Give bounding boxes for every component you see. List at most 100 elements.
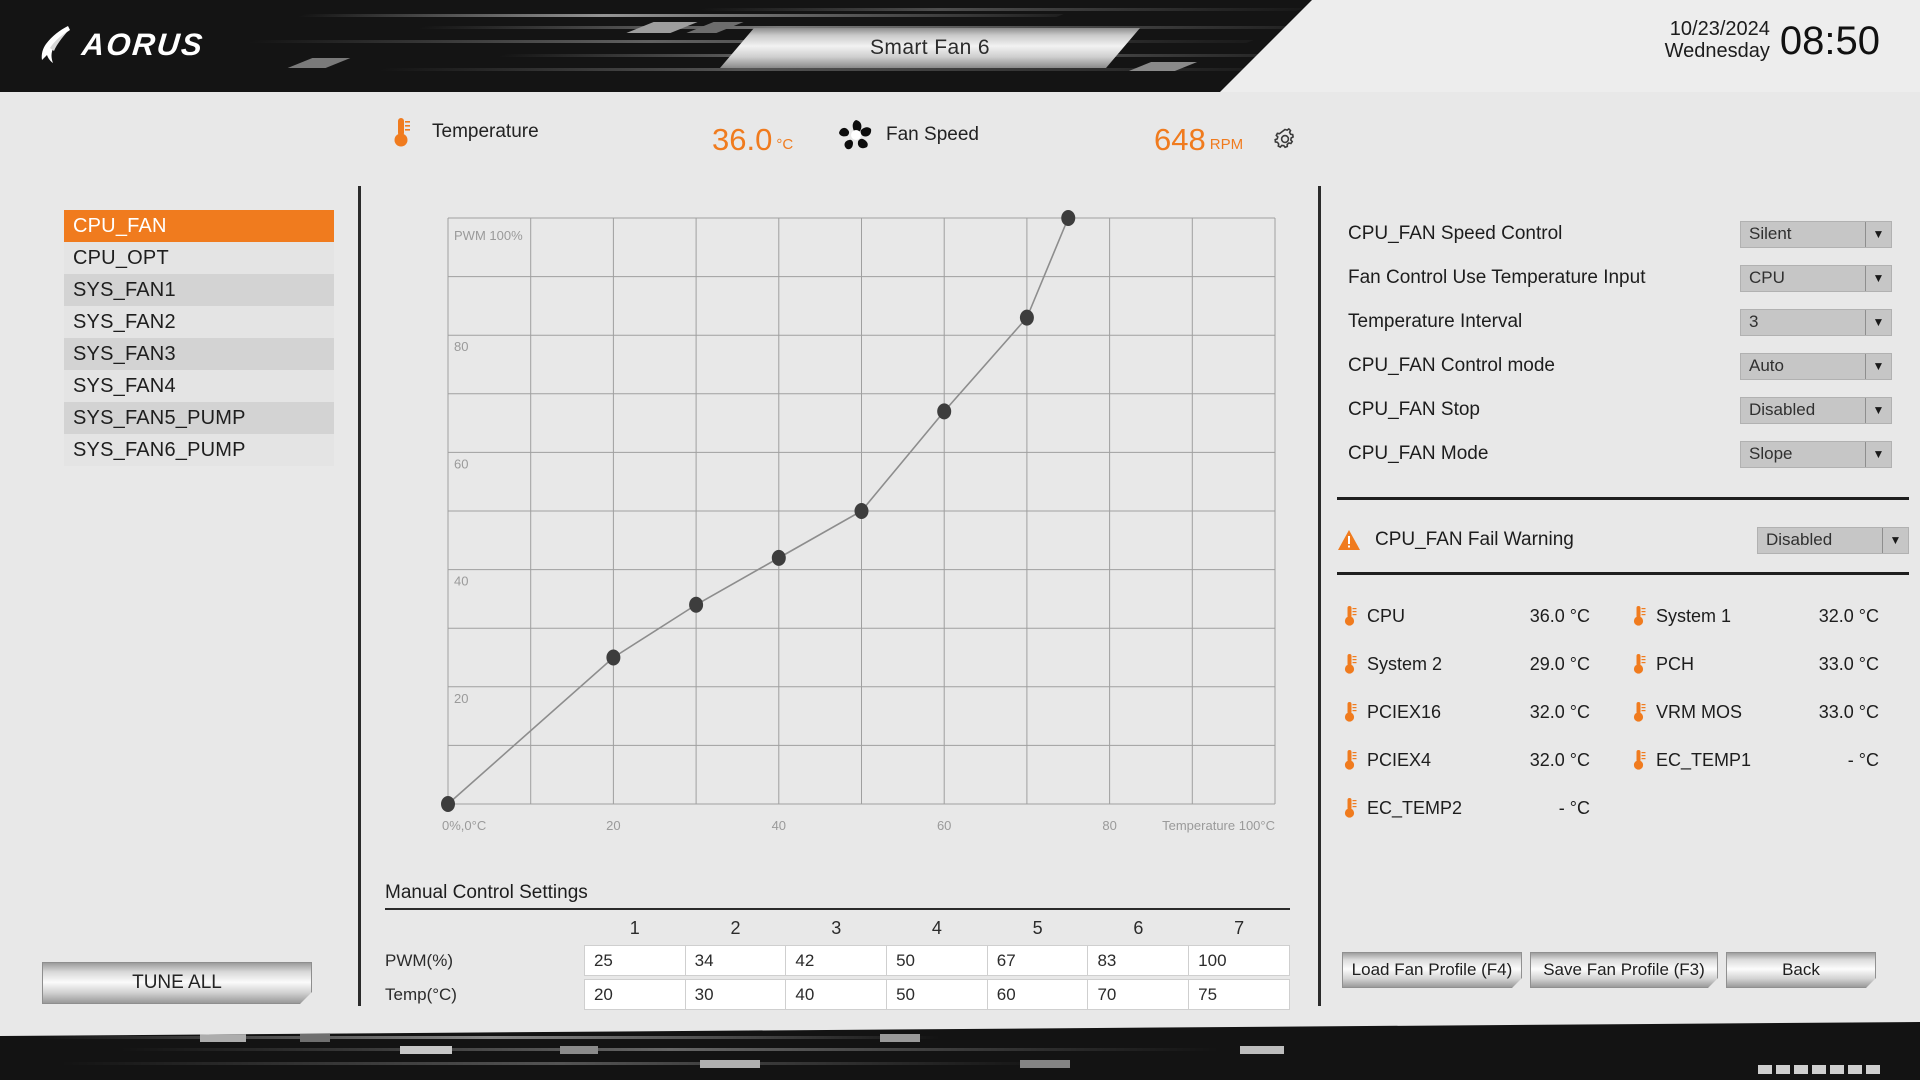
fan-speed-label: Fan Speed bbox=[886, 124, 979, 145]
temp-sensor-pciex16: PCIEX16 32.0 °C bbox=[1343, 701, 1632, 723]
load-fan-profile-button[interactable]: Load Fan Profile (F4) bbox=[1342, 952, 1522, 988]
sensor-summary-bar: Temperature 36.0 °C Fan Speed 648 RPM bbox=[0, 108, 1920, 180]
fan-curve-chart[interactable]: PWM 100% 20 40 60 80 0%,0°C 20 40 60 80 Temperatur… bbox=[385, 196, 1290, 846]
thermometer-icon bbox=[1633, 750, 1646, 770]
temp-sensor-system1: System 1 32.0 °C bbox=[1632, 605, 1920, 627]
fan-list-item-sys-fan5-pump[interactable]: SYS_FAN5_PUMP bbox=[64, 402, 334, 434]
setting-row-speed-control: CPU_FAN Speed Control Silent ▼ bbox=[1348, 212, 1892, 256]
fan-speed-value: 648 bbox=[1154, 122, 1206, 157]
pwm-cell-2[interactable]: 34 bbox=[684, 945, 787, 976]
chevron-down-icon: ▼ bbox=[1865, 265, 1891, 291]
page-title: Smart Fan 6 bbox=[870, 36, 990, 59]
footer-teeth bbox=[1758, 1065, 1880, 1074]
temp-row-4: PCIEX4 32.0 °C EC_TEMP1 - °C bbox=[1343, 736, 1920, 784]
clock-weekday: Wednesday bbox=[1664, 40, 1770, 63]
dropdown-fail-warning[interactable]: Disabled ▼ bbox=[1757, 526, 1909, 554]
footer-bar bbox=[0, 1012, 1920, 1080]
thermometer-icon bbox=[1633, 702, 1646, 722]
pwm-cell-1[interactable]: 25 bbox=[583, 945, 686, 976]
temp-cell-5[interactable]: 60 bbox=[986, 979, 1089, 1010]
temp-sensor-name: EC_TEMP1 bbox=[1656, 749, 1752, 770]
chevron-down-icon: ▼ bbox=[1882, 527, 1908, 553]
col-header-7: 7 bbox=[1234, 918, 1245, 938]
gear-icon[interactable] bbox=[1272, 126, 1298, 152]
pwm-cell-3[interactable]: 42 bbox=[785, 945, 888, 976]
temp-cell-2[interactable]: 30 bbox=[684, 979, 787, 1010]
dropdown-value: CPU bbox=[1749, 268, 1785, 287]
temp-cell-1[interactable]: 20 bbox=[583, 979, 686, 1010]
svg-text:20: 20 bbox=[606, 818, 620, 833]
back-button[interactable]: Back bbox=[1726, 952, 1876, 988]
thermometer-icon bbox=[1344, 702, 1357, 722]
clock-date: 10/23/2024 bbox=[1669, 18, 1770, 40]
temp-sensor-ec-temp1: EC_TEMP1 - °C bbox=[1632, 749, 1920, 771]
load-button-label: Load Fan Profile (F4) bbox=[1351, 960, 1513, 979]
thermometer-icon bbox=[1344, 798, 1357, 818]
thermometer-icon bbox=[394, 118, 410, 147]
temp-sensor-pciex4: PCIEX4 32.0 °C bbox=[1343, 749, 1632, 771]
svg-text:20: 20 bbox=[454, 691, 468, 706]
settings-divider bbox=[1337, 497, 1909, 500]
fan-curve-plot[interactable]: PWM 100% 20 40 60 80 0%,0°C 20 40 60 80 Temperatur… bbox=[385, 196, 1290, 846]
dropdown-value: Auto bbox=[1749, 356, 1784, 375]
chevron-down-icon: ▼ bbox=[1865, 441, 1891, 467]
temp-cell-7[interactable]: 75 bbox=[1188, 979, 1290, 1010]
fan-list-item-sys-fan1[interactable]: SYS_FAN1 bbox=[64, 274, 334, 306]
clock-time: 08:50 bbox=[1779, 18, 1880, 63]
pwm-cell-6[interactable]: 83 bbox=[1087, 945, 1190, 976]
chevron-down-icon: ▼ bbox=[1865, 353, 1891, 379]
temp-sensor-name: PCH bbox=[1656, 653, 1695, 674]
fail-warning-row: CPU_FAN Fail Warning Disabled ▼ bbox=[1337, 520, 1909, 560]
temp-cell-6[interactable]: 70 bbox=[1087, 979, 1190, 1010]
dropdown-temp-interval[interactable]: 3 ▼ bbox=[1740, 308, 1892, 336]
table-header-row: 1 2 3 4 5 6 7 bbox=[385, 916, 1290, 946]
temp-sensor-cpu: CPU 36.0 °C bbox=[1343, 605, 1632, 627]
temperatures-divider bbox=[1337, 572, 1909, 575]
pwm-cell-5[interactable]: 67 bbox=[986, 945, 1089, 976]
setting-label: CPU_FAN Mode bbox=[1348, 443, 1489, 464]
fan-icon bbox=[839, 120, 872, 150]
fan-list-item-sys-fan2[interactable]: SYS_FAN2 bbox=[64, 306, 334, 338]
temp-cell-3[interactable]: 40 bbox=[785, 979, 888, 1010]
tune-all-button[interactable]: TUNE ALL bbox=[42, 962, 312, 1004]
brand-name: AORUS bbox=[80, 27, 206, 62]
dropdown-fan-stop[interactable]: Disabled ▼ bbox=[1740, 396, 1892, 424]
temperature-summary: Temperature bbox=[392, 116, 539, 148]
back-button-label: Back bbox=[1782, 960, 1820, 979]
svg-text:60: 60 bbox=[937, 818, 951, 833]
temp-sensor-name: CPU bbox=[1367, 605, 1406, 626]
pwm-cell-7[interactable]: 100 bbox=[1188, 945, 1290, 976]
fan-list-item-sys-fan4[interactable]: SYS_FAN4 bbox=[64, 370, 334, 402]
dropdown-fan-mode[interactable]: Slope ▼ bbox=[1740, 440, 1892, 468]
action-button-row: Load Fan Profile (F4) Save Fan Profile (… bbox=[1342, 952, 1876, 988]
row-label-temp: Temp(°C) bbox=[385, 984, 457, 1004]
temp-cell-4[interactable]: 50 bbox=[886, 979, 988, 1010]
fan-list-label: SYS_FAN4 bbox=[73, 374, 176, 397]
col-header-2: 2 bbox=[730, 918, 741, 938]
fan-list-item-cpu-opt[interactable]: CPU_OPT bbox=[64, 242, 334, 274]
manual-control-rule bbox=[385, 908, 1290, 910]
col-header-1: 1 bbox=[629, 918, 640, 938]
dropdown-temp-input[interactable]: CPU ▼ bbox=[1740, 264, 1892, 292]
save-fan-profile-button[interactable]: Save Fan Profile (F3) bbox=[1530, 952, 1718, 988]
dropdown-value: 3 bbox=[1749, 312, 1759, 331]
fail-warning-label: CPU_FAN Fail Warning bbox=[1375, 529, 1574, 550]
fan-speed-unit: RPM bbox=[1209, 136, 1244, 153]
chevron-down-icon: ▼ bbox=[1865, 309, 1891, 335]
chevron-down-icon: ▼ bbox=[1865, 221, 1891, 247]
fan-list-item-sys-fan6-pump[interactable]: SYS_FAN6_PUMP bbox=[64, 434, 334, 466]
aorus-logo: AORUS bbox=[38, 24, 206, 66]
dropdown-control-mode[interactable]: Auto ▼ bbox=[1740, 352, 1892, 380]
fan-list-item-cpu-fan[interactable]: CPU_FAN bbox=[64, 210, 334, 242]
dropdown-speed-control[interactable]: Silent ▼ bbox=[1740, 220, 1892, 248]
temp-sensor-value: 32.0 °C bbox=[1529, 701, 1590, 722]
fan-list-item-sys-fan3[interactable]: SYS_FAN3 bbox=[64, 338, 334, 370]
header-bar: AORUS Smart Fan 6 10/23/2024 Wednesday 0… bbox=[0, 0, 1920, 92]
chevron-down-icon: ▼ bbox=[1865, 397, 1891, 423]
fan-list-label: SYS_FAN1 bbox=[73, 278, 176, 301]
warning-triangle-icon bbox=[1338, 530, 1360, 550]
manual-control-table: 1 2 3 4 5 6 7 PWM(%) 25 34 42 50 67 83 1… bbox=[385, 916, 1290, 1010]
pwm-cell-4[interactable]: 50 bbox=[886, 945, 988, 976]
aorus-falcon-icon bbox=[41, 26, 70, 63]
setting-label: Fan Control Use Temperature Input bbox=[1348, 267, 1646, 288]
